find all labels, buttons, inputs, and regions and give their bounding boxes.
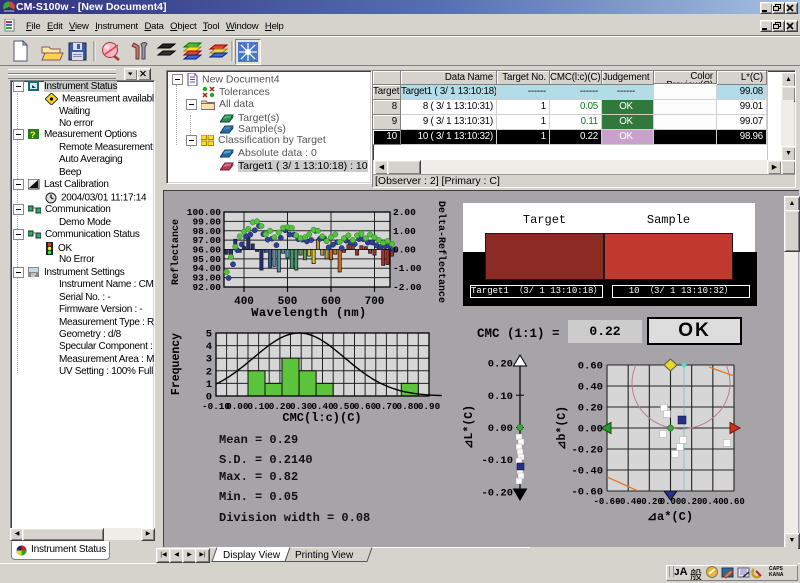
svg-text:Delta-Reflectance: Delta-Reflectance xyxy=(435,201,447,303)
svg-text:-1.00: -1.00 xyxy=(393,263,422,274)
svg-text:?: ? xyxy=(30,130,35,140)
svg-text:0.90: 0.90 xyxy=(418,401,441,412)
svg-text:1: 1 xyxy=(206,379,212,391)
svg-text:0.20: 0.20 xyxy=(488,359,513,371)
svg-text:0.00: 0.00 xyxy=(226,401,249,412)
svg-text:0.00: 0.00 xyxy=(488,423,513,435)
svg-text:-0.20: -0.20 xyxy=(481,488,513,500)
svg-text:700: 700 xyxy=(365,296,385,308)
svg-text:4: 4 xyxy=(206,341,212,353)
svg-text:⊿a*(C): ⊿a*(C) xyxy=(647,510,693,524)
svg-text:3: 3 xyxy=(206,354,212,366)
svg-text:1.00: 1.00 xyxy=(393,226,416,237)
svg-text:⊿L*(C): ⊿L*(C) xyxy=(463,405,476,449)
svg-text:CMC(l:c)(C): CMC(l:c)(C) xyxy=(282,411,361,425)
svg-text:0.00: 0.00 xyxy=(578,424,603,436)
svg-text:0.70: 0.70 xyxy=(375,401,398,412)
svg-text:2: 2 xyxy=(206,366,212,378)
svg-text:2.00: 2.00 xyxy=(393,207,416,218)
svg-text:0.20: 0.20 xyxy=(578,403,603,415)
svg-text:Frequency: Frequency xyxy=(170,333,183,395)
svg-text:0.00: 0.00 xyxy=(660,497,682,507)
svg-text:0.40: 0.40 xyxy=(702,497,724,507)
svg-text:92.00: 92.00 xyxy=(192,282,221,293)
svg-text:-0.40: -0.40 xyxy=(571,466,603,478)
svg-text:⊿b*(C): ⊿b*(C) xyxy=(556,406,569,450)
svg-text:5: 5 xyxy=(206,329,212,341)
svg-text:-2.00: -2.00 xyxy=(393,282,422,293)
svg-text:0.80: 0.80 xyxy=(397,401,420,412)
svg-text:0.20: 0.20 xyxy=(681,497,703,507)
svg-text:0.10: 0.10 xyxy=(247,401,270,412)
svg-text:0.60: 0.60 xyxy=(578,361,603,373)
svg-text:0.00: 0.00 xyxy=(393,245,416,256)
svg-text:-0.20: -0.20 xyxy=(571,445,603,457)
svg-text:0.40: 0.40 xyxy=(578,382,603,394)
svg-text:Wavelength (nm): Wavelength (nm) xyxy=(251,306,367,320)
svg-text:Display View: Display View xyxy=(223,550,281,561)
svg-text:Printing View: Printing View xyxy=(295,550,354,561)
svg-text:-0.10: -0.10 xyxy=(481,455,513,467)
svg-text:0.60: 0.60 xyxy=(723,497,745,507)
svg-text:0.10: 0.10 xyxy=(488,391,513,403)
svg-text:Reflectance: Reflectance xyxy=(170,219,182,285)
